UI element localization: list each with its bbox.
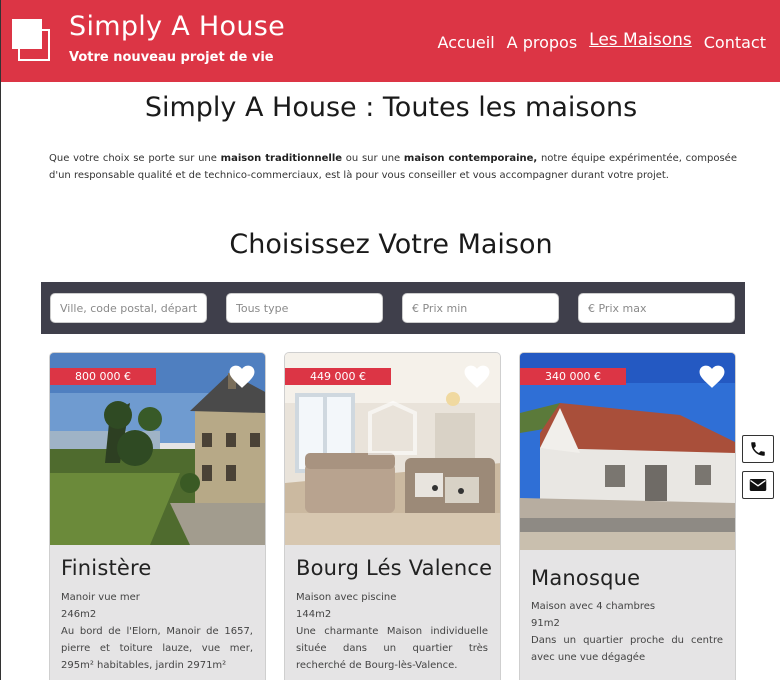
house-card-bourg-les-valence[interactable]: 449 000 € Bourg Lés Valence Maison avec … <box>284 352 501 680</box>
intro-paragraph: Que votre choix se porte sur une maison … <box>49 153 737 181</box>
location-input[interactable] <box>50 293 207 323</box>
price-badge: 800 000 € <box>50 368 156 385</box>
phone-button[interactable] <box>742 435 774 463</box>
house-card-finistere[interactable]: 800 000 € Finistère Manoir vue mer 246m2… <box>49 352 266 680</box>
two-squares-logo-icon[interactable] <box>12 19 52 63</box>
heart-icon[interactable] <box>464 365 490 389</box>
card-city: Manosque <box>531 566 641 590</box>
phone-icon <box>751 442 765 456</box>
type-input[interactable] <box>226 293 383 323</box>
nav-item-contact[interactable]: Contact <box>704 33 766 53</box>
main-nav: Accueil A propos Les Maisons Contact <box>438 30 766 53</box>
email-button[interactable] <box>742 471 774 499</box>
card-description: Maison avec piscine 144m2 Une charmante … <box>296 592 488 671</box>
page-title: Simply A House : Toutes les maisons <box>144 92 638 123</box>
section-title: Choisissez Votre Maison <box>229 229 553 260</box>
card-city: Bourg Lés Valence <box>296 556 493 580</box>
house-card-manosque[interactable]: 340 000 € Manosque Maison avec 4 chambre… <box>519 352 736 680</box>
price-max-input[interactable] <box>578 293 735 323</box>
brand-title[interactable]: Simply A House <box>69 11 285 42</box>
heart-icon[interactable] <box>699 365 725 389</box>
price-badge: 340 000 € <box>520 368 626 385</box>
card-description: Manoir vue mer 246m2 Au bord de l'Elorn,… <box>61 592 253 671</box>
price-min-input[interactable] <box>402 293 559 323</box>
heart-icon[interactable] <box>229 365 255 389</box>
card-city: Finistère <box>61 556 152 580</box>
search-bar <box>41 282 745 334</box>
nav-item-les-maisons[interactable]: Les Maisons <box>589 30 692 50</box>
card-description: Maison avec 4 chambres 91m2 Dans un quar… <box>531 601 723 663</box>
envelope-icon <box>749 479 767 491</box>
site-header: Simply A House Votre nouveau projet de v… <box>1 0 780 82</box>
brand-subtitle: Votre nouveau projet de vie <box>69 50 274 65</box>
nav-item-a-propos[interactable]: A propos <box>507 33 577 53</box>
price-badge: 449 000 € <box>285 368 391 385</box>
nav-item-accueil[interactable]: Accueil <box>438 33 495 53</box>
